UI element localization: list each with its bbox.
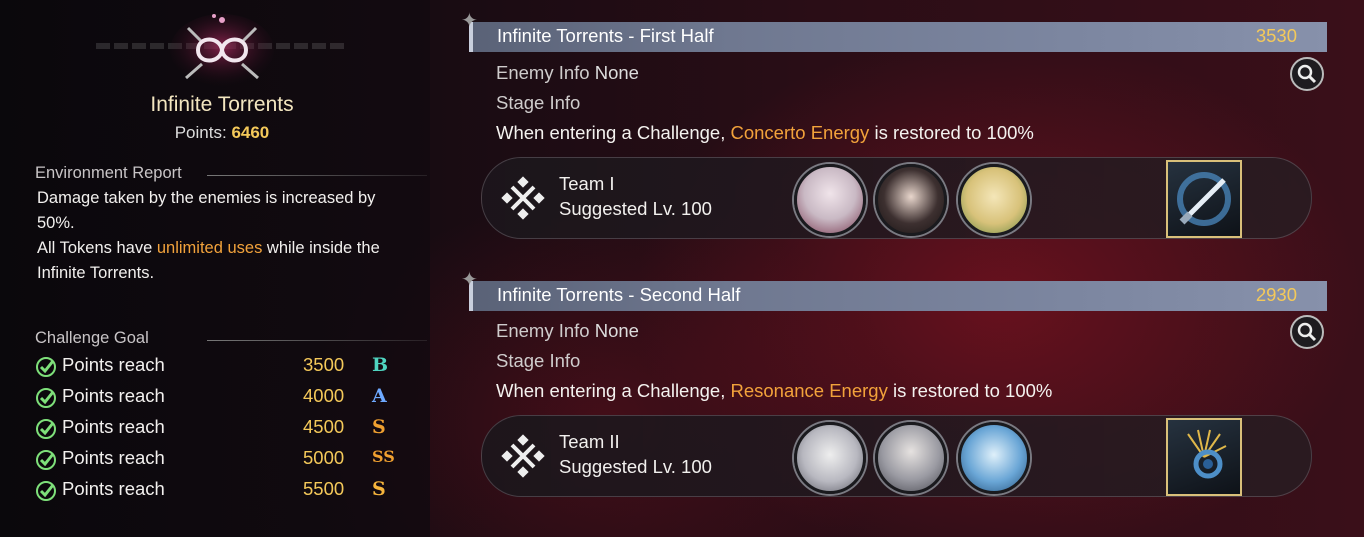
goal-row: Points reach 3500 B — [35, 352, 395, 383]
goal-label: Points reach — [62, 416, 165, 437]
unlimited-uses-highlight: unlimited uses — [156, 239, 263, 257]
character-avatar[interactable] — [958, 164, 1030, 236]
env-line-2: All Tokens have unlimited uses while ins… — [37, 239, 380, 282]
search-icon — [1297, 64, 1317, 84]
infinite-torrents-emblem-icon — [170, 14, 274, 86]
stage-points: 3530 — [1255, 25, 1297, 46]
grade-ss-icon: SS — [372, 447, 395, 466]
goal-value: 3500 — [303, 354, 345, 375]
goal-label: Points reach — [62, 447, 165, 468]
environment-report-heading: Environment Report — [35, 164, 427, 183]
character-avatar[interactable] — [875, 164, 947, 236]
goal-value: 4000 — [303, 385, 345, 406]
check-icon — [36, 481, 56, 501]
enemy-info-search-button[interactable] — [1290, 315, 1324, 349]
check-icon — [36, 450, 56, 470]
check-icon — [36, 419, 56, 439]
team-emblem-icon — [501, 434, 545, 478]
team-token-item[interactable] — [1166, 418, 1242, 496]
character-avatar[interactable] — [958, 422, 1030, 494]
goal-label: Points reach — [62, 354, 165, 375]
goal-row: Points reach 5500 S — [35, 476, 395, 507]
env-line-1: Damage taken by the enemies is increased… — [37, 189, 376, 232]
grade-b-icon: B — [372, 354, 389, 376]
goal-value: 4500 — [303, 416, 345, 437]
goal-label: Points reach — [62, 478, 165, 499]
team-token-item[interactable] — [1166, 160, 1242, 238]
stage-header-first-half: ✦ Infinite Torrents - First Half 3530 — [461, 10, 1327, 52]
enemy-info-row: Enemy Info None — [496, 320, 639, 342]
search-icon — [1297, 322, 1317, 342]
sword-token-icon — [1177, 172, 1231, 226]
stage-info-label: Stage Info — [496, 92, 581, 113]
resonance-energy-highlight: Resonance Energy — [730, 380, 888, 401]
stage-points: 2930 — [1255, 284, 1297, 305]
goal-row: Points reach 4000 A — [35, 383, 395, 414]
stage-corner-mark-icon: ✦ — [461, 269, 478, 291]
team-suggested-level: Suggested Lv. 100 — [559, 198, 712, 219]
team-card-2[interactable]: Team II Suggested Lv. 100 — [481, 415, 1312, 497]
mode-points: Points: 6460 — [0, 123, 444, 143]
team-suggested-level: Suggested Lv. 100 — [559, 456, 712, 477]
environment-heading-text: Environment Report — [35, 164, 182, 182]
heading-divider — [207, 175, 427, 176]
enemy-info-search-button[interactable] — [1290, 57, 1324, 91]
enemy-info-label: Enemy Info — [496, 62, 590, 83]
stage-description: When entering a Challenge, Resonance Ene… — [496, 380, 1053, 401]
team-card-1[interactable]: Team I Suggested Lv. 100 — [481, 157, 1312, 239]
character-avatar[interactable] — [875, 422, 947, 494]
character-avatar[interactable] — [794, 164, 866, 236]
grade-sss-icon: S — [372, 478, 386, 500]
check-icon — [36, 388, 56, 408]
points-value: 6460 — [231, 123, 270, 142]
enemy-info-row: Enemy Info None — [496, 62, 639, 84]
challenge-goal-list: Points reach 3500 B Points reach 4000 A … — [35, 352, 395, 507]
stage-title: Infinite Torrents - Second Half — [497, 284, 741, 305]
stage-corner-mark-icon: ✦ — [461, 10, 478, 32]
check-icon — [36, 357, 56, 377]
points-label: Points: — [174, 123, 227, 142]
grade-s-icon: S — [372, 416, 386, 438]
seahorse-token-icon — [1187, 429, 1227, 479]
goal-row: Points reach 4500 S — [35, 414, 395, 445]
enemy-info-value: None — [594, 320, 639, 341]
enemy-info-label: Enemy Info — [496, 320, 590, 341]
goal-value: 5000 — [303, 447, 345, 468]
goal-row: Points reach 5000 SS — [35, 445, 395, 476]
environment-report-text: Damage taken by the enemies is increased… — [37, 186, 417, 286]
heading-divider — [207, 340, 427, 341]
team-name: Team II — [559, 431, 620, 452]
left-panel: Infinite Torrents Points: 6460 Environme… — [0, 0, 430, 537]
team-emblem-icon — [501, 176, 545, 220]
challenge-goal-heading-text: Challenge Goal — [35, 329, 149, 347]
grade-a-icon: A — [372, 385, 387, 407]
stage-header-second-half: ✦ Infinite Torrents - Second Half 2930 — [461, 269, 1327, 311]
goal-label: Points reach — [62, 385, 165, 406]
mode-title: Infinite Torrents — [150, 93, 294, 116]
enemy-info-value: None — [594, 62, 639, 83]
concerto-energy-highlight: Concerto Energy — [730, 122, 870, 143]
challenge-goal-heading: Challenge Goal — [35, 329, 427, 348]
team-name: Team I — [559, 173, 615, 194]
stage-info-label: Stage Info — [496, 350, 581, 371]
character-avatar[interactable] — [794, 422, 866, 494]
goal-value: 5500 — [303, 478, 345, 499]
stage-description: When entering a Challenge, Concerto Ener… — [496, 122, 1034, 143]
stage-title: Infinite Torrents - First Half — [497, 25, 714, 46]
